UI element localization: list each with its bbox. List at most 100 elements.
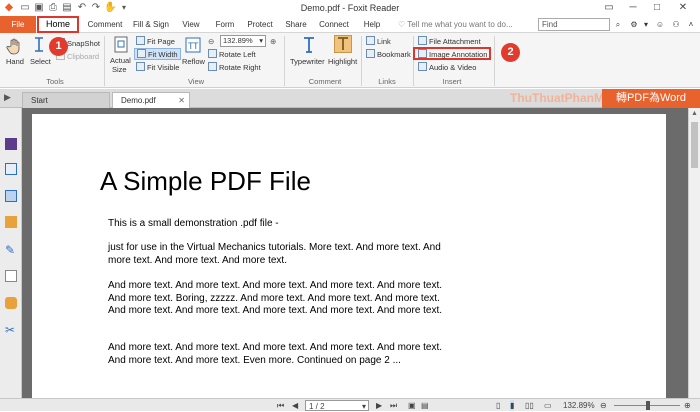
zoom-in-icon[interactable]: ⊕: [270, 37, 279, 46]
hand-tool-icon: [6, 37, 24, 55]
pdf-paragraph: just for use in the Virtual Mechanics tu…: [108, 242, 441, 266]
vertical-scrollbar[interactable]: ▲: [688, 108, 700, 398]
comments-panel-icon[interactable]: [5, 216, 17, 228]
image-annotation-button[interactable]: Image Annotation: [413, 47, 491, 60]
user-icon[interactable]: ☺: [654, 18, 666, 32]
zoom-select[interactable]: 132.89% ▾: [220, 35, 266, 47]
tab-view[interactable]: View: [176, 18, 206, 32]
typewriter-icon: [300, 36, 318, 54]
pdf-page: A Simple PDF File This is a small demons…: [32, 114, 666, 404]
group-separator: [104, 36, 105, 86]
close-tab-icon[interactable]: ✕: [178, 93, 185, 108]
cover-view-icon[interactable]: ▭: [544, 400, 552, 411]
watermark-site-text: ThuThuatPhanMem.vn: [510, 91, 604, 105]
actual-size-button[interactable]: Actual Size: [110, 56, 131, 74]
tab-help[interactable]: Help: [358, 18, 386, 32]
zoom-in-icon[interactable]: ⊕: [684, 400, 691, 411]
group-separator: [413, 36, 414, 86]
panel-toggle-icon[interactable]: ▶: [4, 92, 11, 103]
scroll-up-icon[interactable]: ▲: [691, 110, 698, 117]
page-mode-icon[interactable]: ▤: [421, 400, 429, 411]
highlight-icon: [334, 35, 352, 53]
pages-panel-icon[interactable]: [5, 163, 17, 175]
chevron-down-icon: ▾: [259, 36, 263, 45]
highlight-button[interactable]: Highlight: [328, 57, 357, 66]
attachments-panel-icon[interactable]: ✎: [5, 244, 17, 256]
bookmarks-panel-icon[interactable]: [5, 138, 17, 150]
ribbon: Hand Select SnapShot Clipboard Tools Act…: [0, 33, 700, 88]
tab-comment[interactable]: Comment: [82, 18, 128, 32]
continuous-view-icon[interactable]: ▮: [510, 400, 515, 411]
ribbon-toggle-icon[interactable]: ▭: [598, 0, 620, 16]
find-input[interactable]: Find: [538, 18, 610, 31]
group-label-links: Links: [378, 77, 396, 86]
fit-visible-button[interactable]: Fit Visible: [136, 62, 179, 72]
previous-page-icon[interactable]: ◀: [292, 400, 298, 411]
facing-view-icon[interactable]: ▯▯: [525, 400, 534, 411]
chevron-down-icon[interactable]: ▾: [642, 18, 650, 32]
link-icon: [366, 36, 375, 45]
rotate-right-button[interactable]: Rotate Right: [208, 62, 261, 72]
scroll-thumb[interactable]: [691, 122, 698, 168]
hand-button[interactable]: Hand: [6, 57, 24, 66]
last-page-icon[interactable]: ⏭: [390, 400, 397, 411]
layers-panel-icon[interactable]: [5, 190, 17, 202]
actual-size-icon: [112, 36, 130, 54]
step-badge-2: 2: [501, 43, 520, 62]
fit-page-button[interactable]: Fit Page: [136, 36, 175, 46]
chevron-down-icon: ▾: [361, 402, 366, 411]
audio-video-button[interactable]: Audio & Video: [418, 62, 476, 72]
lock-icon[interactable]: [5, 297, 17, 309]
zoom-slider-handle[interactable]: [646, 401, 650, 410]
chevron-up-icon[interactable]: ˄: [686, 18, 696, 32]
tab-share[interactable]: Share: [280, 18, 312, 32]
find-placeholder: Find: [542, 20, 558, 29]
fit-width-button[interactable]: Fit Width: [134, 48, 181, 60]
tab-demo-pdf[interactable]: Demo.pdf ✕: [112, 92, 190, 108]
group-label-comment: Comment: [308, 77, 342, 86]
group-label-view: View: [187, 77, 205, 86]
svg-text:T: T: [193, 41, 199, 51]
signatures-panel-icon[interactable]: [5, 270, 17, 282]
zoom-out-icon[interactable]: ⊖: [208, 37, 217, 46]
document-viewport[interactable]: A Simple PDF File This is a small demons…: [22, 108, 688, 404]
close-button[interactable]: ✕: [672, 0, 694, 16]
maximize-button[interactable]: □: [646, 0, 668, 16]
tab-form[interactable]: Form: [210, 18, 240, 32]
tell-me-search[interactable]: ♡ Tell me what you want to do...: [398, 18, 530, 31]
rotate-left-icon: [208, 49, 217, 58]
search-icon[interactable]: ⌕: [612, 18, 624, 32]
typewriter-button[interactable]: Typewriter: [290, 57, 325, 66]
next-page-icon[interactable]: ▶: [376, 400, 382, 411]
rotate-left-button[interactable]: Rotate Left: [208, 49, 256, 59]
bookmark-button[interactable]: Bookmark: [366, 49, 411, 59]
file-attachment-button[interactable]: File Attachment: [418, 36, 481, 46]
user-icon[interactable]: ⚇: [670, 18, 682, 32]
reflow-button[interactable]: Reflow: [182, 57, 205, 66]
page-number-input[interactable]: 1 / 2 ▾: [305, 400, 369, 411]
select-cursor-icon: [31, 36, 49, 54]
tab-home[interactable]: Home: [37, 16, 79, 33]
gear-icon[interactable]: ⚙: [628, 18, 640, 32]
tab-protect[interactable]: Protect: [242, 18, 278, 32]
first-page-icon[interactable]: ⏮: [277, 400, 284, 411]
zoom-out-icon[interactable]: ⊖: [600, 400, 607, 411]
link-button[interactable]: Link: [366, 36, 391, 46]
tab-connect[interactable]: Connect: [314, 18, 354, 32]
fit-visible-icon: [136, 62, 145, 71]
pdf-title: A Simple PDF File: [100, 166, 311, 196]
minimize-button[interactable]: ─: [622, 0, 644, 16]
reading-mode-icon[interactable]: ▣: [408, 400, 416, 411]
tools-panel-icon[interactable]: ✂: [5, 324, 17, 336]
video-icon: [418, 62, 427, 71]
tab-file[interactable]: File: [0, 16, 36, 33]
convert-to-word-banner[interactable]: 轉PDF為Word: [602, 89, 700, 108]
rotate-right-icon: [208, 62, 217, 71]
single-page-view-icon[interactable]: ▯: [496, 400, 500, 411]
reflow-icon: TT: [184, 36, 202, 54]
pdf-paragraph: This is a small demonstration .pdf file …: [108, 218, 279, 229]
select-button[interactable]: Select: [30, 57, 51, 66]
status-bar: ⏮ ◀ 1 / 2 ▾ ▶ ⏭ ▣ ▤ ▯ ▮ ▯▯ ▭ 132.89% ⊖ ⊕: [0, 398, 700, 411]
tab-fill-sign[interactable]: Fill & Sign: [130, 18, 172, 32]
tab-start[interactable]: Start: [22, 92, 110, 108]
